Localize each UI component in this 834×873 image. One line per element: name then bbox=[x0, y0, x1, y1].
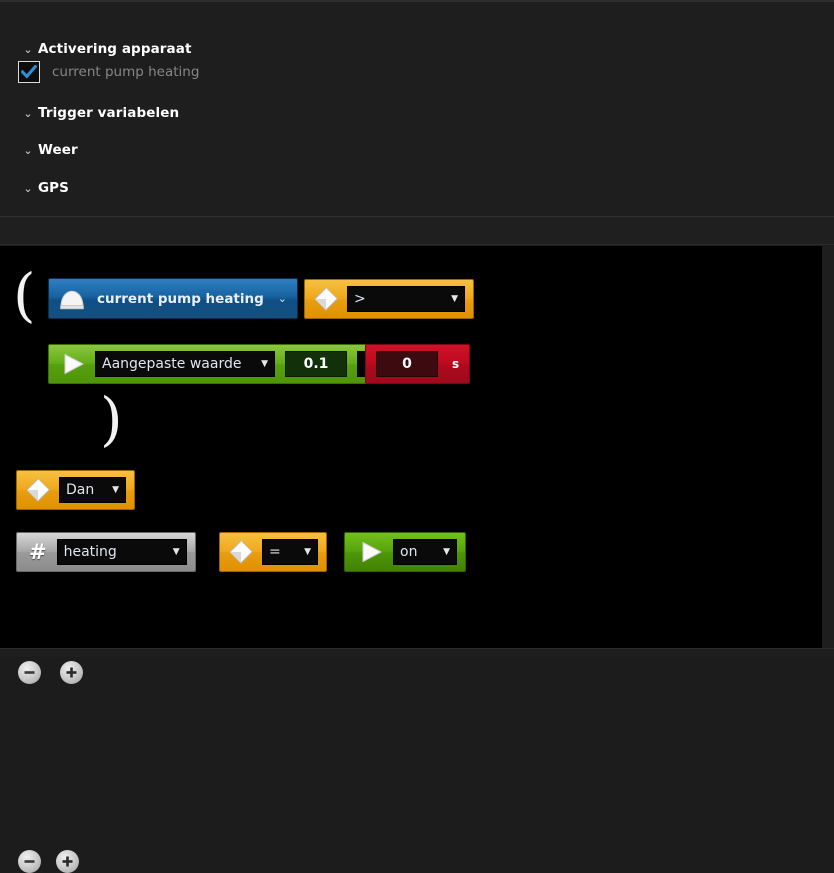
operator-dropdown[interactable]: > ▼ bbox=[347, 286, 465, 312]
canvas-right-gutter bbox=[822, 246, 834, 651]
chevron-down-icon[interactable]: ▼ bbox=[443, 547, 450, 557]
group-open-paren: ( bbox=[13, 261, 36, 329]
value-number-field[interactable]: 0.1 bbox=[285, 351, 347, 377]
tree-group-label: Trigger variabelen bbox=[38, 105, 180, 121]
chevron-down-icon[interactable]: ⌄ bbox=[18, 108, 38, 119]
tree-item-label: current pump heating bbox=[52, 64, 200, 80]
variable-label: heating bbox=[63, 544, 117, 560]
chevron-down-icon[interactable]: ▼ bbox=[173, 547, 180, 557]
chevron-down-icon[interactable]: ▼ bbox=[304, 547, 311, 557]
play-icon bbox=[61, 352, 87, 376]
remove-action-button[interactable] bbox=[18, 850, 41, 873]
tree-group-label: Weer bbox=[38, 142, 78, 158]
operator-block-greater-than[interactable]: > ▼ bbox=[304, 279, 474, 319]
variable-block-heating[interactable]: # heating ▼ bbox=[16, 532, 196, 572]
checkbox-current-pump-heating[interactable] bbox=[18, 61, 40, 83]
diamond-icon bbox=[228, 539, 254, 565]
add-action-button[interactable] bbox=[56, 850, 79, 873]
chevron-down-icon[interactable]: ⌄ bbox=[18, 183, 38, 194]
duration-unit-label: s bbox=[452, 357, 460, 371]
value-source-label: Aangepaste waarde bbox=[102, 356, 242, 372]
then-block[interactable]: Dan ▼ bbox=[16, 470, 135, 510]
rule-editor-canvas: ( current pump heating ⌄ > ▼ Aangepaste … bbox=[0, 246, 822, 873]
variable-dropdown[interactable]: heating ▼ bbox=[56, 539, 187, 565]
hash-icon: # bbox=[29, 539, 47, 564]
tree-group-gps[interactable]: ⌄ GPS bbox=[18, 177, 69, 199]
diamond-icon bbox=[25, 477, 51, 503]
duration-block[interactable]: 0 s bbox=[365, 344, 471, 384]
play-icon bbox=[359, 540, 385, 564]
remove-condition-button[interactable] bbox=[18, 661, 41, 684]
action-state-block-on[interactable]: on ▼ bbox=[344, 532, 466, 572]
tree-group-trigger-variabelen[interactable]: ⌄ Trigger variabelen bbox=[18, 102, 179, 124]
chevron-down-icon[interactable]: ⌄ bbox=[278, 292, 287, 305]
tree-group-activering-apparaat[interactable]: ⌄ Activering apparaat bbox=[18, 38, 192, 60]
device-block-label: current pump heating bbox=[97, 290, 264, 307]
diamond-icon bbox=[313, 286, 339, 312]
action-state-value: on bbox=[400, 544, 418, 560]
add-condition-button[interactable] bbox=[60, 661, 83, 684]
tree-group-label: GPS bbox=[38, 180, 69, 196]
value-source-block[interactable]: Aangepaste waarde ▼ 0.1 ▼ bbox=[48, 344, 400, 384]
duration-field[interactable]: 0 bbox=[376, 351, 438, 377]
action-state-dropdown[interactable]: on ▼ bbox=[393, 539, 457, 565]
operator-value: > bbox=[354, 291, 366, 307]
toolbar-band bbox=[0, 217, 834, 245]
dome-icon bbox=[59, 288, 85, 310]
tree-item-current-pump-heating[interactable]: current pump heating bbox=[18, 61, 199, 83]
group-close-paren: ) bbox=[100, 385, 123, 453]
chevron-down-icon[interactable]: ⌄ bbox=[18, 145, 38, 156]
chevron-down-icon[interactable]: ▼ bbox=[451, 294, 458, 304]
device-block-current-pump-heating[interactable]: current pump heating ⌄ bbox=[48, 278, 299, 319]
value-source-dropdown[interactable]: Aangepaste waarde ▼ bbox=[95, 351, 275, 377]
action-operator-dropdown[interactable]: = ▼ bbox=[262, 539, 318, 565]
window-bottom-strip bbox=[0, 648, 834, 657]
tree-group-weer[interactable]: ⌄ Weer bbox=[18, 139, 78, 161]
tree-group-label: Activering apparaat bbox=[38, 41, 192, 57]
chevron-down-icon[interactable]: ⌄ bbox=[18, 44, 38, 55]
then-dropdown[interactable]: Dan ▼ bbox=[59, 477, 126, 503]
action-operator-value: = bbox=[269, 544, 281, 560]
chevron-down-icon[interactable]: ▼ bbox=[112, 485, 119, 495]
then-label: Dan bbox=[66, 482, 95, 498]
action-operator-block-equals[interactable]: = ▼ bbox=[219, 532, 327, 572]
chevron-down-icon[interactable]: ▼ bbox=[261, 359, 268, 369]
trigger-tree-panel: ⌄ Activering apparaat current pump heati… bbox=[0, 0, 834, 218]
